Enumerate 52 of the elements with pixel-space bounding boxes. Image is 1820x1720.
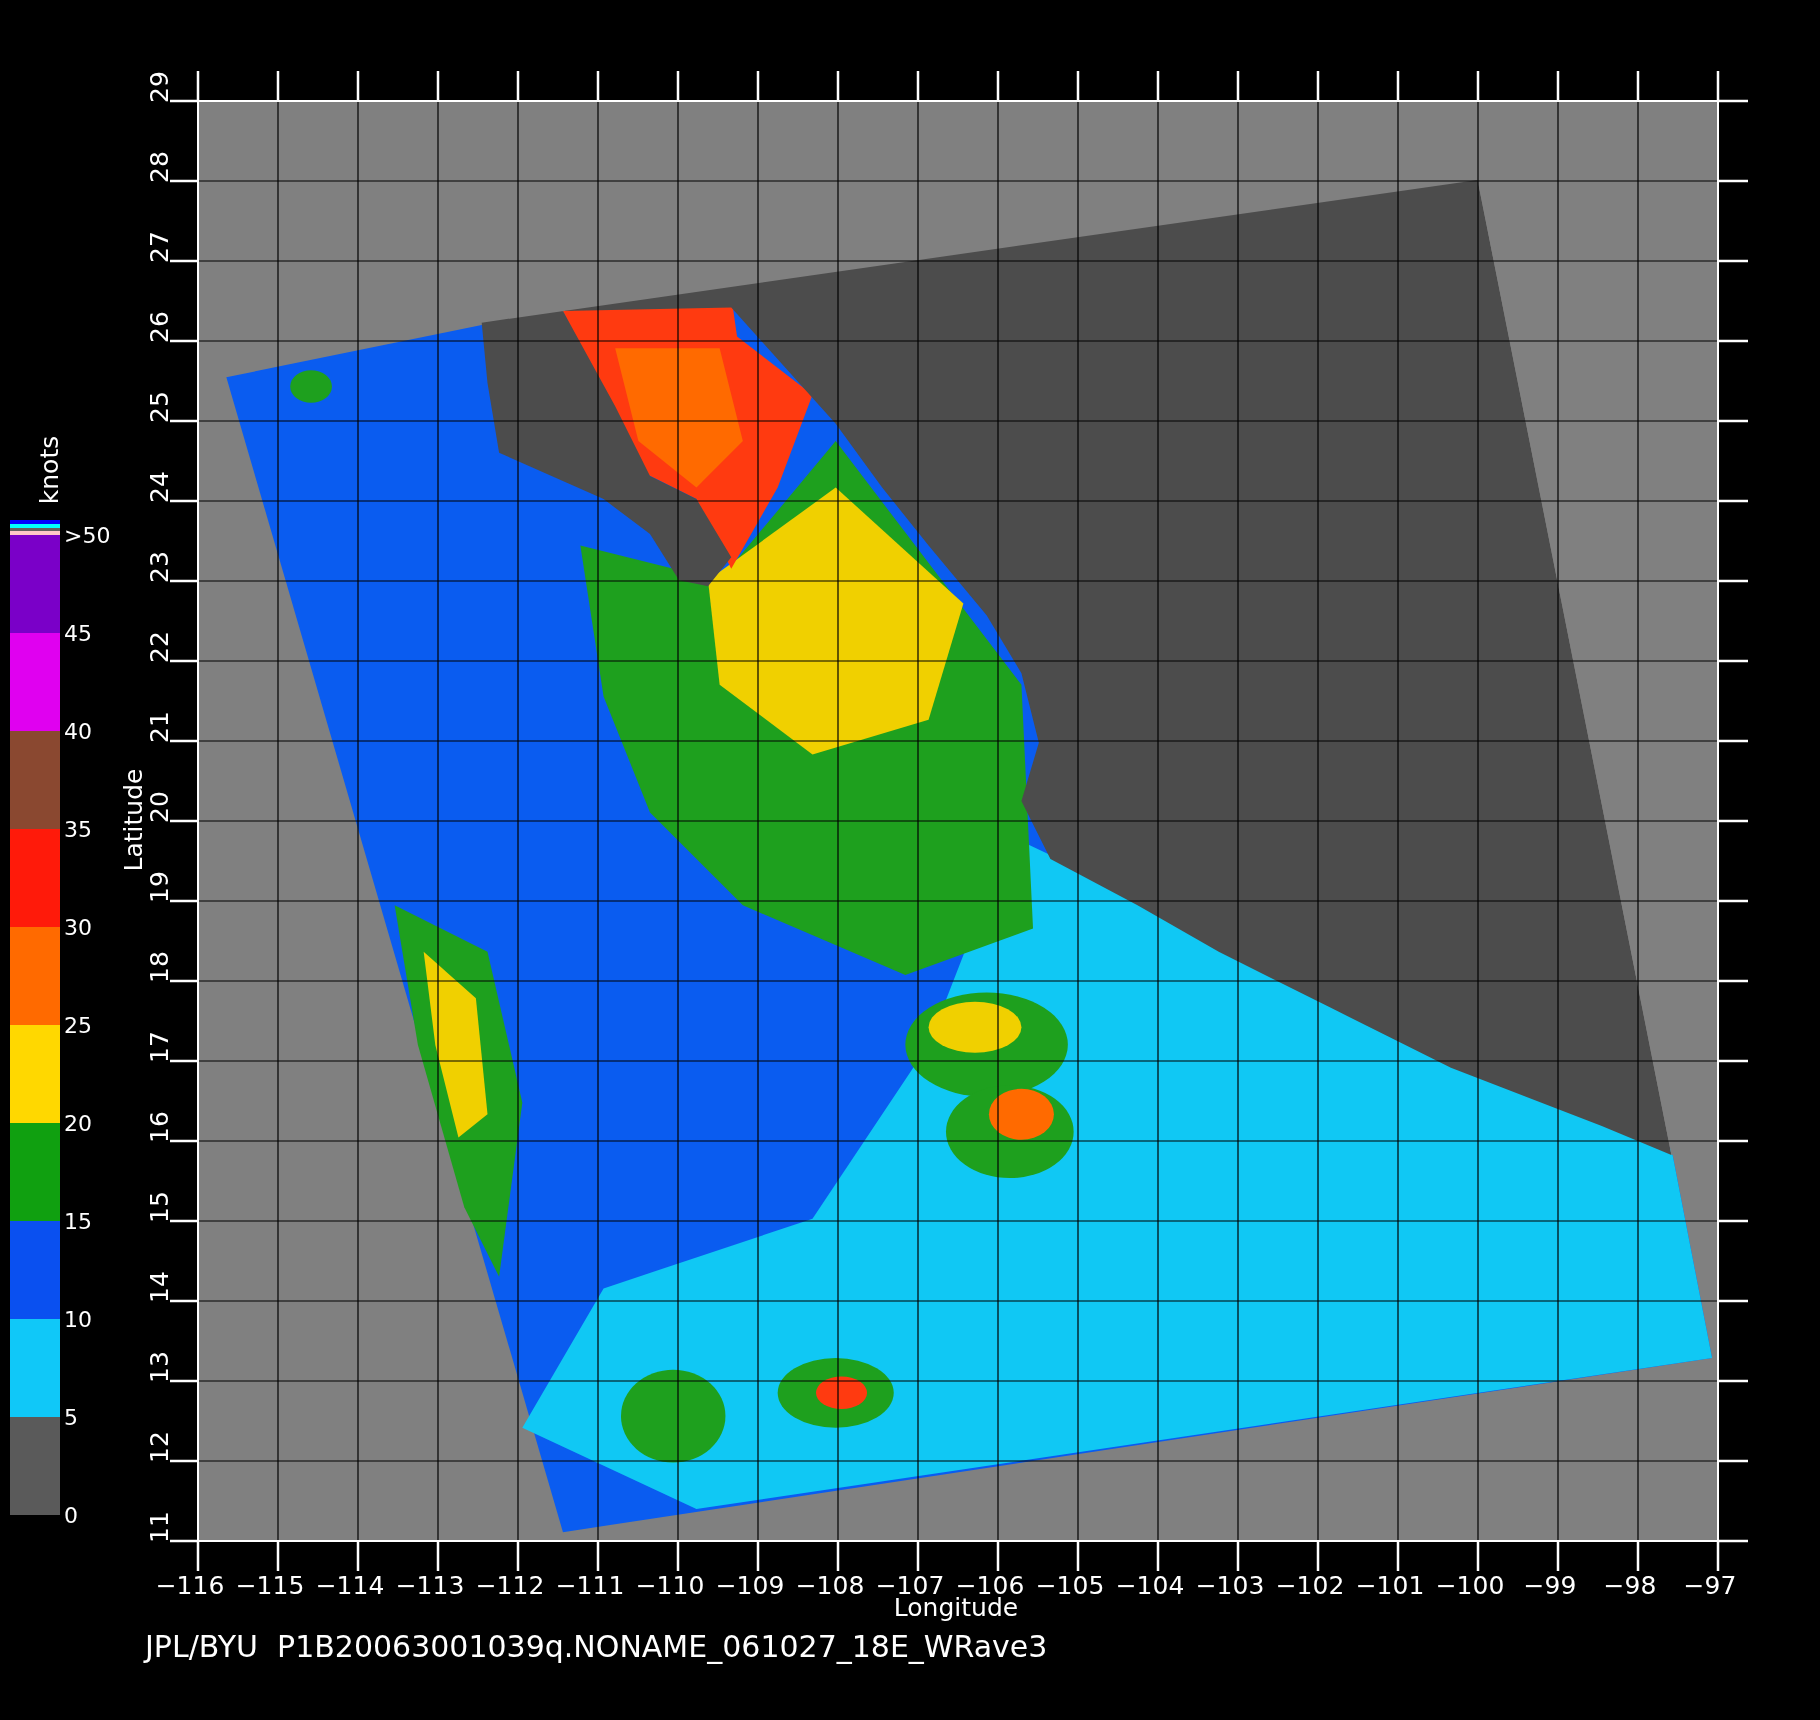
longitude-tick-label: −102 (1275, 1571, 1345, 1600)
scale-label: 25 (64, 1013, 92, 1038)
latitude-axis-title: Latitude (119, 768, 148, 872)
longitude-tick-label: −110 (635, 1571, 705, 1600)
longitude-tick-label: −99 (1523, 1571, 1577, 1600)
longitude-tick-label: −109 (715, 1571, 785, 1600)
latitude-tick-label: 20 (145, 791, 174, 823)
longitude-tick-label: −116 (155, 1571, 225, 1600)
latitude-tick-label: 29 (145, 71, 174, 103)
scale-label: 15 (64, 1209, 92, 1234)
longitude-tick-label: −103 (1195, 1571, 1265, 1600)
footer-caption: JPL/BYU P1B20063001039q.NONAME_061027_18E_WRave3 (145, 1629, 1048, 1664)
latitude-tick-label: 15 (145, 1191, 174, 1223)
scale-label: >50 (64, 523, 111, 548)
latitude-tick-label: 17 (145, 1031, 174, 1063)
latitude-tick-label: 16 (145, 1111, 174, 1143)
longitude-tick-label: −115 (235, 1571, 305, 1600)
scale-label: 45 (64, 621, 92, 646)
longitude-tick-label: −111 (555, 1571, 625, 1600)
latitude-tick-label: 22 (145, 631, 174, 663)
longitude-tick-label: −100 (1435, 1571, 1505, 1600)
scale-label: 35 (64, 817, 92, 842)
scale-label: 20 (64, 1111, 92, 1136)
scale-label: 30 (64, 915, 92, 940)
latitude-tick-label: 26 (145, 311, 174, 343)
longitude-tick-label: −108 (795, 1571, 865, 1600)
scale-label: 0 (64, 1503, 78, 1528)
latitude-tick-label: 23 (145, 551, 174, 583)
scale-label: 5 (64, 1405, 78, 1430)
latitude-tick-label: 19 (145, 871, 174, 903)
longitude-tick-label: −114 (315, 1571, 385, 1600)
longitude-axis-title: Longitude (893, 1593, 1019, 1622)
longitude-tick-label: −113 (395, 1571, 465, 1600)
latitude-tick-label: 18 (145, 951, 174, 983)
latitude-tick-label: 27 (145, 231, 174, 263)
latitude-tick-label: 21 (145, 711, 174, 743)
longitude-tick-label: −98 (1603, 1571, 1657, 1600)
longitude-tick-label: −97 (1683, 1571, 1737, 1600)
latitude-tick-label: 12 (145, 1431, 174, 1463)
longitude-tick-label: −104 (1115, 1571, 1185, 1600)
longitude-tick-label: −112 (475, 1571, 545, 1600)
latitude-tick-label: 25 (145, 391, 174, 423)
scale-unit-label: knots (35, 435, 64, 505)
scale-label: 10 (64, 1307, 92, 1332)
latitude-tick-label: 28 (145, 151, 174, 183)
latitude-tick-label: 13 (145, 1351, 174, 1383)
longitude-tick-label: −101 (1355, 1571, 1425, 1600)
scale-label: 40 (64, 719, 92, 744)
latitude-tick-label: 14 (145, 1271, 174, 1303)
latitude-tick-label: 11 (145, 1511, 174, 1543)
latitude-tick-label: 24 (145, 471, 174, 503)
longitude-tick-label: −105 (1035, 1571, 1105, 1600)
